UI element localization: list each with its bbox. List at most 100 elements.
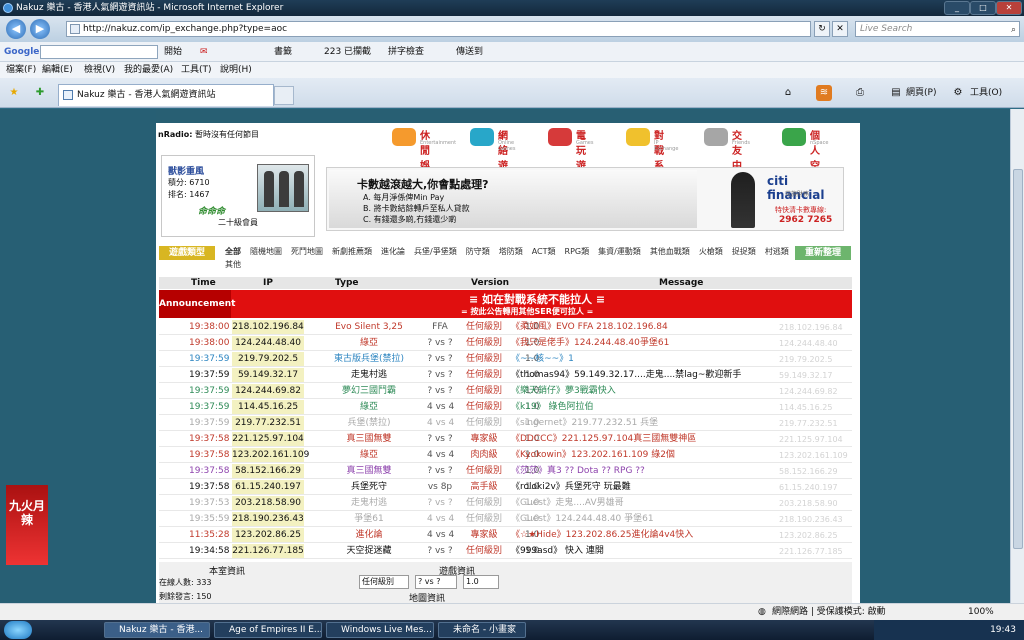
table-row[interactable]: 19:38:00 124.244.48.40 綠亞? vs ? 任何級別 1.0 《我只是…: [159, 336, 852, 351]
row-ip[interactable]: 114.45.16.25: [232, 400, 304, 414]
row-ip[interactable]: 58.152.166.29: [232, 464, 304, 478]
spellcheck-button[interactable]: 拼字檢查: [388, 42, 424, 62]
close-button[interactable]: ✕: [996, 1, 1022, 15]
category-item[interactable]: RPG類: [565, 247, 590, 256]
table-row[interactable]: 19:34:58 221.126.77.185 天空捉迷藏? vs ? 任何級別 1.0…: [159, 544, 852, 559]
table-row[interactable]: 19:37:58 221.125.97.104 真三國無雙? vs ? 專家級 1.0 《…: [159, 432, 852, 447]
zone-status[interactable]: 網際網路 | 受保護模式: 啟動: [772, 604, 886, 620]
table-row[interactable]: 19:37:58 58.152.166.29 真三國無雙? vs ? 任何級別 1.0 《…: [159, 464, 852, 479]
gmail-icon[interactable]: ✉: [200, 42, 208, 62]
category-item[interactable]: 全部: [225, 247, 241, 256]
row-ip[interactable]: 124.244.48.40: [232, 336, 304, 350]
print-icon[interactable]: ⎙: [852, 85, 868, 101]
tab-nakuz[interactable]: Nakuz 樂古 - 香港人氣網遊資訊站: [58, 84, 274, 106]
row-ip[interactable]: 221.126.77.185: [232, 544, 304, 558]
category-item[interactable]: 進化論: [381, 247, 405, 256]
vertical-scrollbar[interactable]: [1010, 109, 1024, 620]
back-button[interactable]: ◀: [6, 19, 26, 39]
gear-icon[interactable]: ⚙: [950, 85, 966, 101]
vs-select[interactable]: ? vs ?: [415, 575, 457, 589]
profile-name[interactable]: 獸影重風: [168, 164, 204, 177]
google-go-button[interactable]: 開始: [164, 42, 182, 62]
taskbar-item-messenger[interactable]: Windows Live Mes...: [326, 622, 434, 638]
ad-banner[interactable]: 卡數越滾越大,你會點處理? A. 每月淨係俾Min Pay B. 將卡數結餘轉戶…: [326, 167, 844, 231]
category-item[interactable]: 其他血戰類: [650, 247, 690, 256]
category-item[interactable]: 火槍類: [699, 247, 723, 256]
row-ip[interactable]: 123.202.86.25: [232, 528, 304, 542]
new-tab-button[interactable]: [274, 86, 294, 105]
menu-favorites[interactable]: 我的最愛(A): [124, 62, 173, 78]
row-ip[interactable]: 61.15.240.197: [232, 480, 304, 494]
bookmarks-button[interactable]: 書籤: [274, 42, 292, 62]
table-row[interactable]: 19:38:00 218.102.196.84 Evo Silent 3,25 FFA…: [159, 320, 852, 335]
row-ip[interactable]: 123.202.161.109: [232, 448, 309, 462]
taskbar-item-aoe[interactable]: Age of Empires II E...: [214, 622, 322, 638]
side-ad-badge[interactable]: 九火月辣: [6, 485, 48, 565]
menu-file[interactable]: 檔案(F): [6, 62, 36, 78]
row-ip[interactable]: 219.77.232.51: [232, 416, 304, 430]
send-to-button[interactable]: 傳送到: [456, 42, 483, 62]
category-item[interactable]: 防守類: [466, 247, 490, 256]
forward-button[interactable]: ▶: [30, 19, 50, 39]
table-row[interactable]: 19:35:59 218.190.236.43 爭堡61 4 vs 4 任何級別 1.0 《…: [159, 512, 852, 527]
category-item[interactable]: 集資/運動類: [598, 247, 641, 256]
category-item[interactable]: 隨機地圖: [250, 247, 282, 256]
zoom-level[interactable]: 100%: [968, 604, 994, 620]
table-row[interactable]: 11:35:28 123.202.86.25 進化論 4 vs 4 專家級 1.0 《☆★H…: [159, 528, 852, 543]
rss-icon[interactable]: ≋: [816, 85, 832, 101]
announcement-row[interactable]: Announcement ≡ 如在對戰系統不能拉人 ≡ = 按此公告轉用其他SE…: [159, 290, 852, 318]
clock[interactable]: 19:43: [990, 620, 1016, 640]
search-icon[interactable]: ⌕: [1011, 23, 1016, 37]
category-item[interactable]: ACT類: [532, 247, 556, 256]
table-row[interactable]: 19:37:53 203.218.58.90 走鬼村逃? vs ? 任何級別 1.0 《G…: [159, 496, 852, 511]
row-ip[interactable]: 203.218.58.90: [232, 496, 304, 510]
popup-blocked-count[interactable]: 223 已攔截: [324, 42, 371, 62]
table-row[interactable]: 19:37:58 123.202.161.109 綠亞 4 vs 4 肉肉級 1.0 《Ky…: [159, 448, 852, 463]
version-select[interactable]: 1.0: [463, 575, 499, 589]
table-row[interactable]: 19:37:59 219.79.202.5 東古版兵堡(禁拉)? vs ? 任何級別 1…: [159, 352, 852, 367]
row-ip[interactable]: 124.244.69.82: [232, 384, 304, 398]
category-item[interactable]: 塔防類: [499, 247, 523, 256]
row-ip[interactable]: 218.102.196.84: [232, 320, 304, 334]
page-menu-button[interactable]: 網頁(P): [906, 85, 936, 101]
table-row[interactable]: 19:37:59 59.149.32.17 走鬼村逃? vs ? 任何級別 1.0 《th…: [159, 368, 852, 383]
tools-menu-button[interactable]: 工具(O): [970, 85, 1002, 101]
live-search-input[interactable]: Live Search ⌕: [855, 21, 1020, 37]
category-item[interactable]: 其他: [225, 260, 241, 269]
maximize-button[interactable]: □: [970, 1, 996, 15]
row-ip[interactable]: 221.125.97.104: [232, 432, 304, 446]
category-item[interactable]: 村逃類: [765, 247, 789, 256]
category-item[interactable]: 新劇推薦類: [332, 247, 372, 256]
level-select[interactable]: 任何級別: [359, 575, 409, 589]
scrollbar-thumb[interactable]: [1013, 169, 1023, 549]
table-row[interactable]: 19:37:59 124.244.69.82 夢幻三國鬥霸? vs ? 任何級別 1.0…: [159, 384, 852, 399]
refresh-button[interactable]: ↻: [814, 21, 830, 37]
add-favorite-icon[interactable]: ✚: [32, 85, 48, 101]
menu-tools[interactable]: 工具(T): [181, 62, 212, 78]
category-item[interactable]: 死鬥地圖: [291, 247, 323, 256]
menu-edit[interactable]: 編輯(E): [42, 62, 73, 78]
minimize-button[interactable]: _: [944, 1, 970, 15]
row-ip[interactable]: 218.190.236.43: [232, 512, 304, 526]
menu-help[interactable]: 說明(H): [220, 62, 252, 78]
table-row[interactable]: 19:37:59 219.77.232.51 兵堡(禁拉) 4 vs 4 任何級別 1.0…: [159, 416, 852, 431]
row-ip[interactable]: 219.79.202.5: [232, 352, 304, 366]
favorites-star-icon[interactable]: ★: [6, 85, 22, 101]
url-field[interactable]: http://nakuz.com/ip_exchange.php?type=ao…: [66, 21, 811, 37]
refresh-list-button[interactable]: 重新整理: [795, 246, 851, 260]
stop-button[interactable]: ✕: [832, 21, 848, 37]
taskbar-item-ie[interactable]: Nakuz 樂古 - 香港...: [104, 622, 210, 638]
table-row[interactable]: 19:37:58 61.15.240.197 兵堡死守 vs 8p 高手級 1.0 《rol…: [159, 480, 852, 495]
category-item[interactable]: 兵堡/爭堡類: [414, 247, 457, 256]
announcement-sub[interactable]: = 按此公告轉用其他SER便可拉人 =: [461, 306, 593, 317]
table-row[interactable]: 19:37:59 114.45.16.25 綠亞 4 vs 4 任何級別 1.0 《k19》…: [159, 400, 852, 415]
page-menu-icon[interactable]: ▤: [888, 85, 904, 101]
row-ip[interactable]: 59.149.32.17: [232, 368, 304, 382]
category-item[interactable]: 捉捉類: [732, 247, 756, 256]
taskbar-item-paint[interactable]: 未命名 - 小畫家: [438, 622, 526, 638]
start-button[interactable]: [4, 621, 32, 639]
google-search-input[interactable]: [40, 45, 158, 59]
home-icon[interactable]: ⌂: [780, 85, 796, 101]
menu-view[interactable]: 檢視(V): [84, 62, 115, 78]
avatar[interactable]: [257, 164, 309, 212]
